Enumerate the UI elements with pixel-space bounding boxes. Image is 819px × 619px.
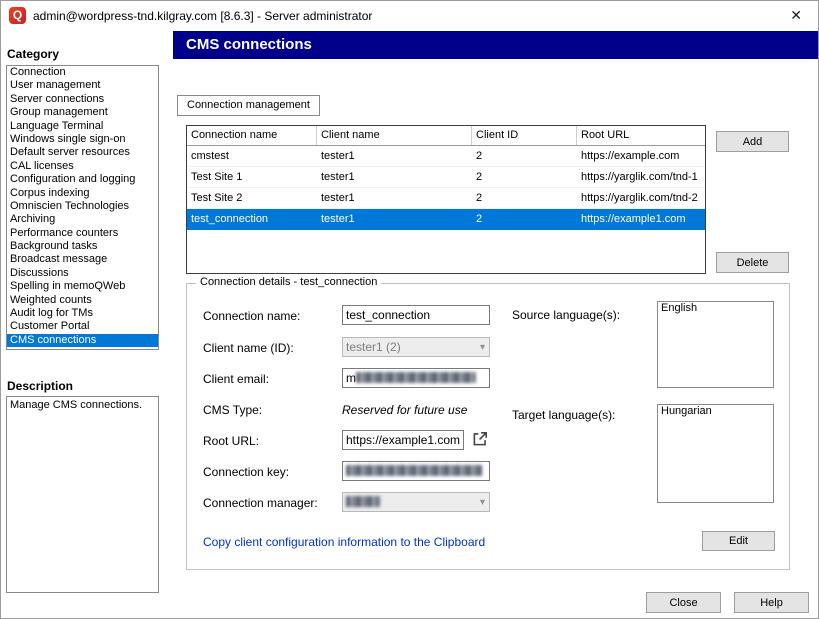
server-administrator-window: Q admin@wordpress-tnd.kilgray.com [8.6.3… [0,0,819,619]
sidebar-item-discussions[interactable]: Discussions [7,267,158,280]
sidebar-item-cal-licenses[interactable]: CAL licenses [7,160,158,173]
target-languages-label: Target language(s): [512,408,615,422]
table-row[interactable]: Test Site 2tester12https://yarglik.com/t… [187,188,705,209]
sidebar-item-customer-portal[interactable]: Customer Portal [7,320,158,333]
sidebar-item-spelling-in-memoqweb[interactable]: Spelling in memoQWeb [7,280,158,293]
table-cell: Test Site 2 [187,188,317,208]
root-url-label: Root URL: [203,434,259,448]
client-email-label: Client email: [203,372,269,386]
edit-button[interactable]: Edit [702,531,775,551]
target-language-list[interactable]: Hungarian [657,404,774,503]
connection-key-redacted-text [346,465,482,476]
connection-key-input[interactable] [342,461,490,481]
memoq-app-icon: Q [9,7,26,24]
client-name-value: tester1 (2) [346,340,401,354]
sidebar-item-configuration-and-logging[interactable]: Configuration and logging [7,173,158,186]
chevron-down-icon: ▾ [480,494,485,511]
table-cell: 2 [472,146,577,166]
window-title: admin@wordpress-tnd.kilgray.com [8.6.3] … [33,9,372,23]
sidebar-item-performance-counters[interactable]: Performance counters [7,227,158,240]
table-cell: tester1 [317,146,472,166]
table-cell: tester1 [317,188,472,208]
table-cell: tester1 [317,167,472,187]
connections-table-body: cmstesttester12https://example.comTest S… [187,146,705,230]
close-icon[interactable]: ✕ [786,5,806,26]
sidebar-item-windows-single-sign-on[interactable]: Windows single sign-on [7,133,158,146]
sidebar-item-archiving[interactable]: Archiving [7,213,158,226]
table-row[interactable]: Test Site 1tester12https://yarglik.com/t… [187,167,705,188]
column-header-connection-name[interactable]: Connection name [187,126,317,145]
connections-table[interactable]: Connection name Client name Client ID Ro… [186,125,706,274]
description-label: Description [7,379,73,393]
copy-configuration-link[interactable]: Copy client configuration information to… [203,535,485,549]
category-label: Category [7,47,59,61]
connection-key-label: Connection key: [203,465,289,479]
description-text: Manage CMS connections. [7,397,158,413]
client-name-combo: tester1 (2) ▾ [342,337,490,357]
cms-type-value: Reserved for future use [342,403,467,417]
client-email-redacted-text [356,372,476,383]
table-cell: 2 [472,167,577,187]
description-box: Manage CMS connections. [6,396,159,593]
table-cell: Test Site 1 [187,167,317,187]
sidebar-item-audit-log-for-tms[interactable]: Audit log for TMs [7,307,158,320]
connection-details-group: Connection details - test_connection Con… [186,283,790,570]
table-cell: https://example.com [577,146,705,166]
cms-type-label: CMS Type: [203,403,262,417]
sidebar-item-language-terminal[interactable]: Language Terminal [7,120,158,133]
sidebar-item-corpus-indexing[interactable]: Corpus indexing [7,187,158,200]
sidebar-item-server-connections[interactable]: Server connections [7,93,158,106]
category-list[interactable]: ConnectionUser managementServer connecti… [6,65,159,350]
sidebar-item-cms-connections[interactable]: CMS connections [7,334,158,347]
connection-name-input[interactable]: test_connection [342,305,490,325]
sidebar-item-weighted-counts[interactable]: Weighted counts [7,294,158,307]
help-button[interactable]: Help [734,592,809,613]
source-languages-label: Source language(s): [512,308,620,322]
table-cell: 2 [472,209,577,230]
title-bar: Q admin@wordpress-tnd.kilgray.com [8.6.3… [1,1,818,30]
connection-manager-label: Connection manager: [203,496,318,510]
table-cell: 2 [472,188,577,208]
language-item[interactable]: Hungarian [658,405,773,418]
sidebar-item-group-management[interactable]: Group management [7,106,158,119]
client-email-input[interactable]: m [342,368,490,388]
column-header-client-name[interactable]: Client name [317,126,472,145]
sidebar-item-broadcast-message[interactable]: Broadcast message [7,253,158,266]
root-url-input[interactable]: https://example1.com [342,430,464,450]
delete-button[interactable]: Delete [716,252,789,273]
connection-manager-combo: ▾ [342,492,490,512]
source-language-list[interactable]: English [657,301,774,388]
table-cell: tester1 [317,209,472,230]
chevron-down-icon: ▾ [480,339,485,356]
table-cell: https://yarglik.com/tnd-1 [577,167,705,187]
tab-connection-management[interactable]: Connection management [177,95,320,116]
connection-details-group-title: Connection details - test_connection [196,276,381,288]
table-row[interactable]: cmstesttester12https://example.com [187,146,705,167]
table-cell: test_connection [187,209,317,230]
add-button[interactable]: Add [716,131,789,152]
language-item[interactable]: English [658,302,773,315]
table-row[interactable]: test_connectiontester12https://example1.… [187,209,705,230]
sidebar-item-default-server-resources[interactable]: Default server resources [7,146,158,159]
column-header-root-url[interactable]: Root URL [577,126,705,145]
page-title: CMS connections [173,31,818,59]
open-root-url-icon[interactable] [471,430,489,448]
connection-name-label: Connection name: [203,309,300,323]
table-cell: https://yarglik.com/tnd-2 [577,188,705,208]
client-email-visible-prefix: m [346,371,356,385]
sidebar-item-user-management[interactable]: User management [7,79,158,92]
sidebar-item-background-tasks[interactable]: Background tasks [7,240,158,253]
client-name-label: Client name (ID): [203,341,294,355]
sidebar-item-connection[interactable]: Connection [7,66,158,79]
connection-manager-redacted-text [346,496,380,507]
table-cell: cmstest [187,146,317,166]
column-header-client-id[interactable]: Client ID [472,126,577,145]
close-button[interactable]: Close [646,592,721,613]
table-cell: https://example1.com [577,209,705,230]
sidebar-item-omniscien-technologies[interactable]: Omniscien Technologies [7,200,158,213]
table-header-row: Connection name Client name Client ID Ro… [187,126,705,146]
